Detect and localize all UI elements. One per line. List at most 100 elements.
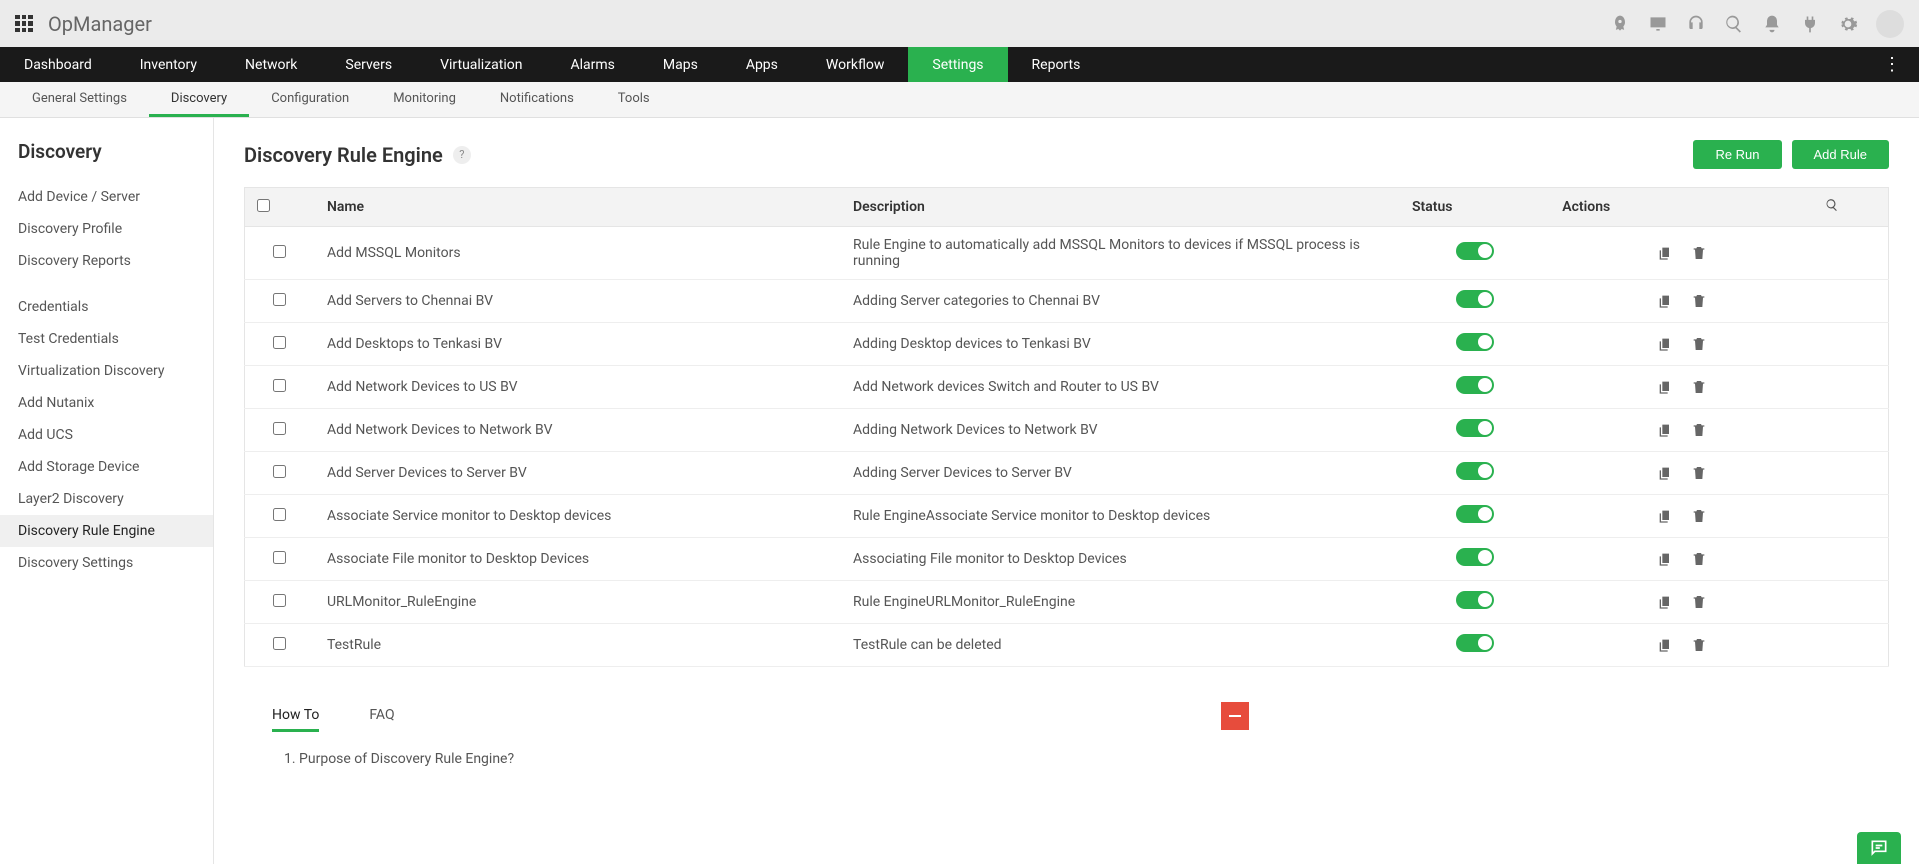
trash-icon[interactable]	[1691, 465, 1707, 481]
row-checkbox[interactable]	[273, 594, 286, 607]
subnav-notifications[interactable]: Notifications	[478, 82, 596, 117]
row-checkbox[interactable]	[273, 336, 286, 349]
cell-name[interactable]: Add Servers to Chennai BV	[315, 280, 841, 323]
cell-name[interactable]: URLMonitor_RuleEngine	[315, 581, 841, 624]
help-icon[interactable]: ?	[453, 146, 471, 164]
sidebar-item-credentials[interactable]: Credentials	[0, 291, 213, 323]
select-all-checkbox[interactable]	[257, 199, 270, 212]
cell-name[interactable]: TestRule	[315, 624, 841, 667]
sidebar-item-add-storage-device[interactable]: Add Storage Device	[0, 451, 213, 483]
copy-icon[interactable]	[1657, 508, 1673, 524]
bottom-tab-how-to[interactable]: How To	[272, 707, 319, 732]
status-toggle[interactable]	[1456, 634, 1494, 652]
row-checkbox[interactable]	[273, 508, 286, 521]
cell-name[interactable]: Add MSSQL Monitors	[315, 227, 841, 280]
status-toggle[interactable]	[1456, 462, 1494, 480]
nav-dashboard[interactable]: Dashboard	[0, 47, 116, 82]
gear-icon[interactable]	[1838, 14, 1858, 34]
copy-icon[interactable]	[1657, 245, 1673, 261]
chat-fab[interactable]	[1857, 832, 1901, 864]
sidebar-item-add-ucs[interactable]: Add UCS	[0, 419, 213, 451]
trash-icon[interactable]	[1691, 594, 1707, 610]
cell-name[interactable]: Add Server Devices to Server BV	[315, 452, 841, 495]
sidebar-item-discovery-reports[interactable]: Discovery Reports	[0, 245, 213, 277]
plug-icon[interactable]	[1800, 14, 1820, 34]
app-grid-icon[interactable]	[15, 15, 33, 33]
status-toggle[interactable]	[1456, 290, 1494, 308]
subnav-configuration[interactable]: Configuration	[249, 82, 371, 117]
sidebar-item-add-device-server[interactable]: Add Device / Server	[0, 181, 213, 213]
trash-icon[interactable]	[1691, 551, 1707, 567]
bottom-tab-faq[interactable]: FAQ	[369, 707, 394, 732]
status-toggle[interactable]	[1456, 242, 1494, 260]
row-checkbox[interactable]	[273, 379, 286, 392]
trash-icon[interactable]	[1691, 336, 1707, 352]
nav-apps[interactable]: Apps	[722, 47, 802, 82]
kebab-icon[interactable]: ⋮	[1875, 54, 1909, 75]
th-name[interactable]: Name	[315, 188, 841, 227]
subnav-general-settings[interactable]: General Settings	[10, 82, 149, 117]
nav-settings[interactable]: Settings	[908, 47, 1007, 82]
headset-icon[interactable]	[1686, 14, 1706, 34]
status-toggle[interactable]	[1456, 548, 1494, 566]
table-search-icon[interactable]	[1825, 198, 1839, 212]
copy-icon[interactable]	[1657, 637, 1673, 653]
cell-name[interactable]: Add Network Devices to Network BV	[315, 409, 841, 452]
cell-name[interactable]: Add Network Devices to US BV	[315, 366, 841, 409]
subnav-tools[interactable]: Tools	[596, 82, 672, 117]
status-toggle[interactable]	[1456, 419, 1494, 437]
trash-icon[interactable]	[1691, 422, 1707, 438]
copy-icon[interactable]	[1657, 379, 1673, 395]
status-toggle[interactable]	[1456, 333, 1494, 351]
row-checkbox[interactable]	[273, 551, 286, 564]
nav-network[interactable]: Network	[221, 47, 321, 82]
sidebar-item-discovery-settings[interactable]: Discovery Settings	[0, 547, 213, 579]
copy-icon[interactable]	[1657, 336, 1673, 352]
status-toggle[interactable]	[1456, 591, 1494, 609]
row-checkbox[interactable]	[273, 637, 286, 650]
copy-icon[interactable]	[1657, 422, 1673, 438]
sidebar-item-add-nutanix[interactable]: Add Nutanix	[0, 387, 213, 419]
sidebar-item-test-credentials[interactable]: Test Credentials	[0, 323, 213, 355]
nav-virtualization[interactable]: Virtualization	[416, 47, 546, 82]
sidebar-item-discovery-profile[interactable]: Discovery Profile	[0, 213, 213, 245]
collapse-button[interactable]	[1221, 702, 1249, 730]
status-toggle[interactable]	[1456, 376, 1494, 394]
nav-inventory[interactable]: Inventory	[116, 47, 221, 82]
copy-icon[interactable]	[1657, 551, 1673, 567]
trash-icon[interactable]	[1691, 508, 1707, 524]
add-rule-button[interactable]: Add Rule	[1792, 140, 1889, 169]
copy-icon[interactable]	[1657, 465, 1673, 481]
copy-icon[interactable]	[1657, 293, 1673, 309]
subnav-monitoring[interactable]: Monitoring	[371, 82, 478, 117]
cell-name[interactable]: Associate File monitor to Desktop Device…	[315, 538, 841, 581]
faq-item[interactable]: 1. Purpose of Discovery Rule Engine?	[284, 751, 1889, 767]
bell-icon[interactable]	[1762, 14, 1782, 34]
trash-icon[interactable]	[1691, 637, 1707, 653]
nav-reports[interactable]: Reports	[1008, 47, 1105, 82]
avatar[interactable]	[1876, 10, 1904, 38]
sidebar-item-layer2-discovery[interactable]: Layer2 Discovery	[0, 483, 213, 515]
nav-servers[interactable]: Servers	[321, 47, 416, 82]
row-checkbox[interactable]	[273, 293, 286, 306]
nav-alarms[interactable]: Alarms	[546, 47, 638, 82]
trash-icon[interactable]	[1691, 245, 1707, 261]
status-toggle[interactable]	[1456, 505, 1494, 523]
cell-name[interactable]: Associate Service monitor to Desktop dev…	[315, 495, 841, 538]
nav-maps[interactable]: Maps	[639, 47, 722, 82]
row-checkbox[interactable]	[273, 465, 286, 478]
nav-workflow[interactable]: Workflow	[802, 47, 909, 82]
rocket-icon[interactable]	[1610, 14, 1630, 34]
row-checkbox[interactable]	[273, 422, 286, 435]
row-checkbox[interactable]	[273, 245, 286, 258]
sidebar-item-virtualization-discovery[interactable]: Virtualization Discovery	[0, 355, 213, 387]
cell-name[interactable]: Add Desktops to Tenkasi BV	[315, 323, 841, 366]
th-description[interactable]: Description	[841, 188, 1400, 227]
screen-icon[interactable]	[1648, 14, 1668, 34]
trash-icon[interactable]	[1691, 293, 1707, 309]
trash-icon[interactable]	[1691, 379, 1707, 395]
copy-icon[interactable]	[1657, 594, 1673, 610]
sidebar-item-discovery-rule-engine[interactable]: Discovery Rule Engine	[0, 515, 213, 547]
th-status[interactable]: Status	[1400, 188, 1550, 227]
subnav-discovery[interactable]: Discovery	[149, 82, 249, 117]
